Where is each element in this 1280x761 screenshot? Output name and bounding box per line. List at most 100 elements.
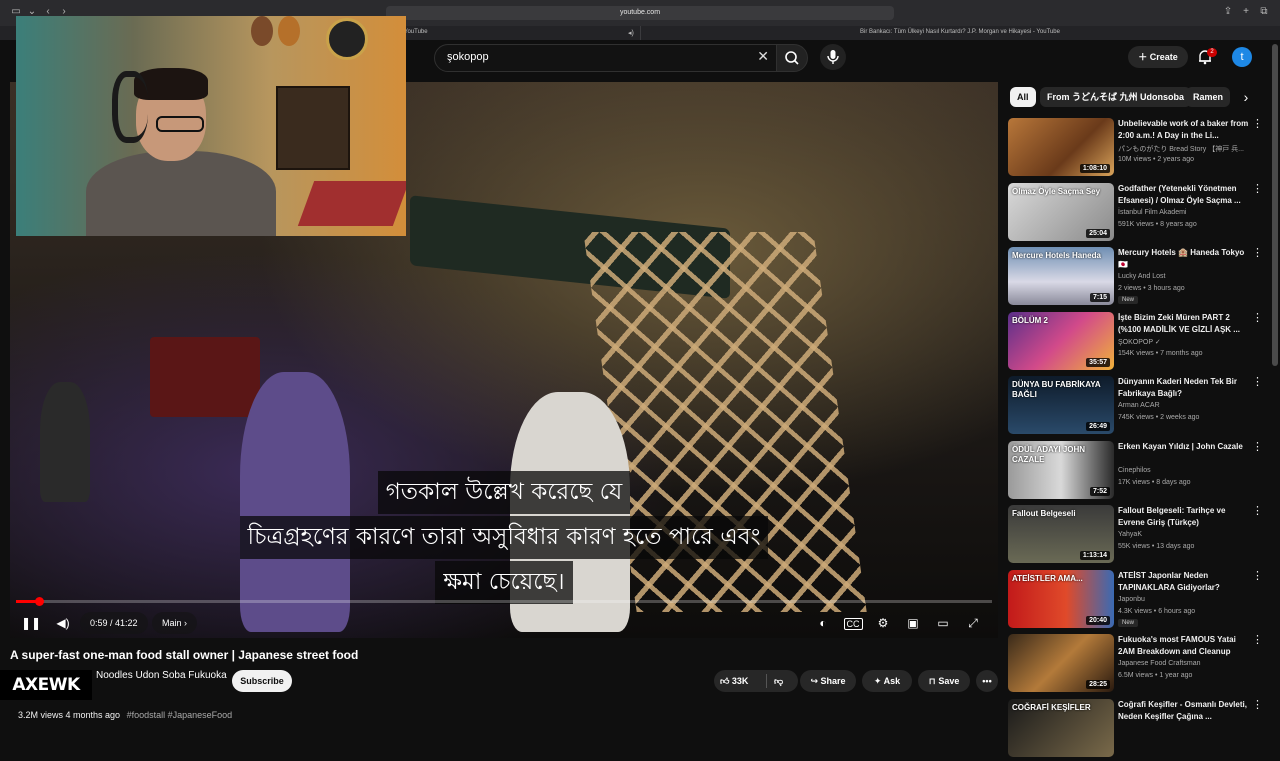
more-vertical-icon[interactable]: ⋮ — [1252, 118, 1263, 130]
like-button[interactable]: 👍︎ 33K — [720, 670, 748, 692]
video-thumbnail[interactable]: 28:25 — [1008, 634, 1114, 692]
recommendation-title[interactable]: Godfather (Yetenekli Yönetmen Efsanesi) … — [1118, 183, 1250, 207]
channel-name[interactable]: Noodles Udon Soba Fukuoka — [96, 670, 227, 681]
video-thumbnail[interactable]: Olmaz Öyle Saçma Sey 25:04 — [1008, 182, 1114, 241]
scrollbar[interactable] — [1272, 44, 1278, 366]
video-thumbnail[interactable]: BÖLÜM 2 35:57 — [1008, 311, 1114, 370]
create-button[interactable]: ＋ Create — [1128, 46, 1188, 68]
recommendation-channel[interactable]: パンものがたり Bread Story 【神戸 兵... — [1118, 144, 1244, 154]
video-thumbnail[interactable]: DÜNYA BU FABRİKAYA BAĞLI 26:49 — [1008, 376, 1114, 434]
recommendation-channel[interactable]: Arman ACAR — [1118, 402, 1160, 409]
tab-overview-icon[interactable]: ⧉ — [1258, 6, 1270, 18]
recommendation-channel[interactable]: Japonbu — [1118, 596, 1145, 603]
hashtags[interactable]: #foodstall #JapaneseFood — [127, 710, 233, 720]
video-thumbnail[interactable]: ATEİSTLER AMA... 20:40 — [1008, 569, 1114, 628]
recommendation-card[interactable]: Mercure Hotels Haneda 7:15 Mercury Hotels … — [1008, 247, 1268, 309]
recommendation-stats: 17K views • 8 days ago — [1118, 478, 1191, 486]
video-thumbnail[interactable]: Fallout Belgeseli 1:13:14 — [1008, 505, 1114, 563]
recommendation-card[interactable]: ATEİSTLER AMA... 20:40 ATEİST Japonlar Ned… — [1008, 569, 1268, 632]
search-button[interactable] — [776, 44, 808, 72]
account-avatar[interactable]: t — [1232, 47, 1252, 67]
save-button[interactable]: ⊓ Save — [918, 670, 970, 692]
recommendation-title[interactable]: ATEİST Japonlar Neden TAPINAKLARA Gidiyo… — [1118, 570, 1250, 594]
address-bar[interactable]: youtube.com — [386, 6, 894, 20]
clear-search-icon[interactable]: ✕ — [757, 48, 769, 65]
video-thumbnail[interactable]: Mercure Hotels Haneda 7:15 — [1008, 247, 1114, 305]
recommendation-card[interactable]: Fallout Belgeseli 1:13:14 Fallout Belgesel… — [1008, 505, 1268, 567]
video-meta: 3.2M views 4 months ago #foodstall #Japa… — [18, 710, 232, 720]
ask-button[interactable]: ✦ Ask — [862, 670, 912, 692]
video-thumbnail[interactable]: ÖDÜL ADAYI JOHN CAZALE 7:52 — [1008, 440, 1114, 499]
recommendation-card[interactable]: 28:25 Fukuoka's most FAMOUS Yatai 2AM Bre… — [1008, 634, 1268, 696]
voice-search-button[interactable] — [820, 44, 846, 70]
recommendation-channel[interactable]: İstanbul Film Akademi — [1118, 209, 1186, 216]
pause-button[interactable]: ❚❚ — [20, 612, 42, 634]
more-vertical-icon[interactable]: ⋮ — [1252, 312, 1263, 324]
fullscreen-button[interactable]: ⤢ — [962, 612, 984, 634]
subtitle-line-3: ক্ষমা চেয়েছে। — [435, 561, 573, 604]
sparkle-icon: ✦ — [873, 676, 882, 686]
thumbnail-caption: DÜNYA BU FABRİKAYA BAĞLI — [1012, 380, 1101, 399]
autoplay-toggle[interactable]: ◐ — [812, 612, 834, 634]
recommendation-channel[interactable]: YahyaK — [1118, 531, 1142, 538]
progress-bar[interactable] — [16, 597, 992, 606]
more-vertical-icon[interactable]: ⋮ — [1252, 376, 1263, 388]
recommendation-card[interactable]: COĞRAFİ KEŞİFLER Coğrafi Keşifler - Osman… — [1008, 698, 1268, 761]
recommendation-title[interactable]: Coğrafi Keşifler - Osmanlı Devleti, Nede… — [1118, 699, 1250, 723]
recommendation-title[interactable]: Dünyanın Kaderi Neden Tek Bir Fabrikaya … — [1118, 376, 1250, 400]
channel-logo[interactable]: AXEWK — [0, 670, 92, 700]
search-box[interactable]: şokopop ✕ — [434, 44, 778, 72]
recommendation-card[interactable]: DÜNYA BU FABRİKAYA BAĞLI 26:49 Dünyanın Ka… — [1008, 376, 1268, 438]
chips-next-button[interactable]: › — [1236, 87, 1256, 107]
tab-jp-morgan[interactable]: Bir Bankacı: Tüm Ülkeyi Nasıl Kurtardı? … — [860, 29, 1060, 35]
search-input[interactable]: şokopop — [447, 51, 489, 63]
more-actions-button[interactable]: ••• — [976, 670, 998, 692]
chip-from-channel[interactable]: From うどんそば 九州 Udonsoba — [1040, 87, 1191, 107]
cast-button[interactable]: ▭ — [932, 612, 954, 634]
miniplayer-button[interactable]: ▣ — [902, 612, 924, 634]
recommendation-title[interactable]: Fallout Belgeseli: Tarihçe ve Evrene Gir… — [1118, 505, 1250, 529]
tab-youtube[interactable]: YouTube — [404, 29, 428, 35]
more-vertical-icon[interactable]: ⋮ — [1252, 441, 1263, 453]
chapter-button[interactable]: Main › — [152, 612, 198, 634]
share-icon[interactable]: ⇪ — [1222, 6, 1234, 18]
chip-ramen[interactable]: Ramen — [1186, 87, 1231, 107]
chip-all[interactable]: All — [1010, 87, 1036, 107]
recommendation-title[interactable]: İşte Bizim Zeki Müren PART 2 (%100 MADİL… — [1118, 312, 1250, 336]
settings-button[interactable]: ⚙ — [872, 612, 894, 634]
subscribe-button[interactable]: Subscribe — [232, 670, 292, 692]
microphone-icon — [827, 50, 839, 64]
recommendation-stats: 55K views • 13 days ago — [1118, 543, 1195, 550]
mute-button[interactable]: ◀) — [52, 612, 74, 634]
video-thumbnail[interactable]: 1:08:10 — [1008, 118, 1114, 176]
duration-badge: 26:49 — [1086, 422, 1110, 431]
recommendation-title[interactable]: Erken Kayan Yıldız | John Cazale — [1118, 441, 1250, 453]
recommendation-channel[interactable]: ŞOKOPOP ✓ — [1118, 338, 1161, 346]
recommendation-card[interactable]: 1:08:10 Unbelievable work of a baker from… — [1008, 118, 1268, 180]
recommendation-title[interactable]: Mercury Hotels 🏨 Haneda Tokyo 🇯🇵 — [1118, 247, 1250, 271]
cast-icon: ▭ — [937, 616, 949, 630]
url-text: youtube.com — [619, 9, 661, 16]
more-vertical-icon[interactable]: ⋮ — [1252, 634, 1263, 646]
more-vertical-icon[interactable]: ⋮ — [1252, 505, 1263, 517]
subtitles-button[interactable]: CC — [842, 612, 864, 634]
pause-icon: ❚❚ — [20, 616, 42, 630]
like-count: 33K — [731, 676, 749, 686]
recommendation-channel[interactable]: Lucky And Lost — [1118, 273, 1165, 280]
more-vertical-icon[interactable]: ⋮ — [1252, 570, 1263, 582]
more-vertical-icon[interactable]: ⋮ — [1252, 247, 1263, 259]
recommendation-title[interactable]: Fukuoka's most FAMOUS Yatai 2AM Breakdow… — [1118, 634, 1250, 658]
new-tab-icon[interactable]: + — [1240, 6, 1252, 18]
recommendation-channel[interactable]: Cinephilos — [1118, 467, 1151, 474]
more-vertical-icon[interactable]: ⋮ — [1252, 183, 1263, 195]
video-thumbnail[interactable]: COĞRAFİ KEŞİFLER — [1008, 698, 1114, 757]
recommendation-channel[interactable]: Japanese Food Craftsman — [1118, 660, 1201, 667]
recommendation-card[interactable]: BÖLÜM 2 35:57 İşte Bizim Zeki Müren PART 2… — [1008, 311, 1268, 374]
recommendation-title[interactable]: Unbelievable work of a baker from 2:00 a… — [1118, 118, 1250, 142]
dislike-button[interactable]: 👎︎ — [774, 670, 783, 692]
recommendation-card[interactable]: Olmaz Öyle Saçma Sey 25:04 Godfather (Yete… — [1008, 182, 1268, 245]
more-vertical-icon[interactable]: ⋮ — [1252, 699, 1263, 711]
recommendation-card[interactable]: ÖDÜL ADAYI JOHN CAZALE 7:52 Erken Kayan Yı… — [1008, 440, 1268, 503]
share-button[interactable]: ↪ Share — [800, 670, 856, 692]
tab-audio-icon[interactable]: ◂) — [628, 29, 634, 37]
